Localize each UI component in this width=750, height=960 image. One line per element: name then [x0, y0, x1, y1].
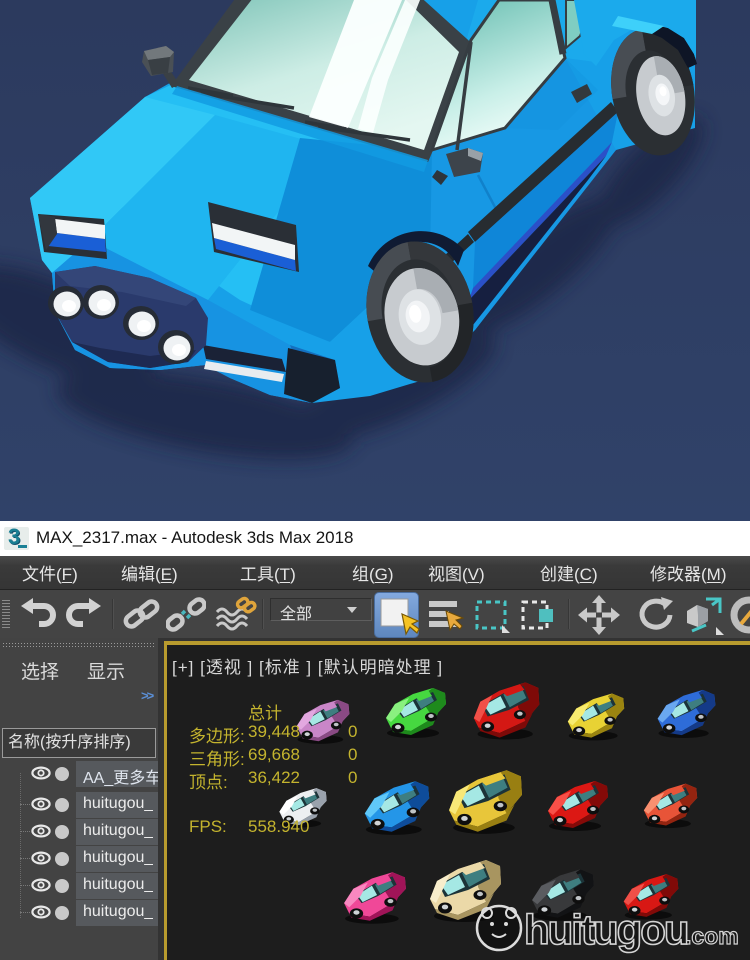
svg-text:.com: .com	[685, 923, 739, 949]
svg-text:huitugou: huitugou	[524, 906, 688, 953]
